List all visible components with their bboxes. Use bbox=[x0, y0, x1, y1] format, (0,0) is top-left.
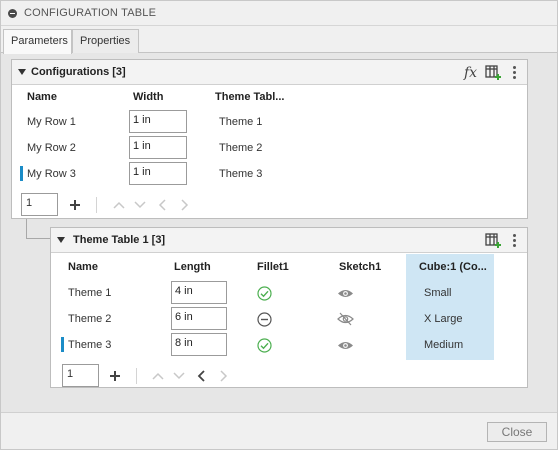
active-row-marker bbox=[61, 337, 64, 352]
col-sketch1: Sketch1 bbox=[339, 261, 382, 273]
tab-bar: Parameters Properties bbox=[1, 26, 557, 54]
more-icon[interactable] bbox=[513, 66, 516, 80]
col-name: Name bbox=[68, 261, 98, 273]
col-cube1[interactable]: Cube:1 (Co... bbox=[419, 261, 487, 273]
col-theme-table: Theme Tabl... bbox=[215, 91, 285, 103]
configurations-title: Configurations [3] bbox=[31, 66, 126, 78]
add-row-icon[interactable] bbox=[109, 367, 121, 385]
configurations-header: Configurations [3] fx bbox=[12, 60, 527, 85]
window-title: CONFIGURATION TABLE bbox=[24, 7, 157, 19]
move-down-icon[interactable] bbox=[134, 200, 146, 213]
row-count-input[interactable]: 1 bbox=[21, 193, 58, 216]
row-theme: Theme 2 bbox=[219, 142, 263, 154]
width-input[interactable]: 1 in bbox=[129, 136, 187, 159]
cube-value[interactable]: X Large bbox=[424, 313, 463, 325]
col-name: Name bbox=[27, 91, 57, 103]
theme-table-panel: Theme Table 1 [3] Name Length Fillet1 Sk… bbox=[50, 227, 528, 388]
row-count-input[interactable]: 1 bbox=[62, 364, 99, 387]
length-input[interactable]: 8 in bbox=[171, 333, 227, 356]
col-fillet1: Fillet1 bbox=[257, 261, 289, 273]
tab-parameters[interactable]: Parameters bbox=[3, 29, 72, 54]
length-input[interactable]: 6 in bbox=[171, 307, 227, 330]
col-width: Width bbox=[133, 91, 164, 103]
row-name: My Row 3 bbox=[27, 168, 76, 180]
eye-icon[interactable] bbox=[337, 340, 354, 354]
move-down-icon[interactable] bbox=[173, 371, 185, 384]
tree-connector bbox=[26, 238, 50, 239]
parameters-content: Configurations [3] fx Name Width Theme T… bbox=[1, 53, 557, 412]
active-row-marker bbox=[20, 166, 23, 181]
theme-table-title: Theme Table 1 [3] bbox=[73, 234, 166, 246]
table-add-icon[interactable] bbox=[485, 64, 503, 85]
check-circle-icon[interactable] bbox=[257, 286, 272, 304]
width-input[interactable]: 1 in bbox=[129, 162, 187, 185]
row-name: My Row 1 bbox=[27, 116, 76, 128]
theme-table-header: Theme Table 1 [3] bbox=[51, 228, 527, 253]
add-row-icon[interactable] bbox=[69, 196, 81, 214]
table-add-icon[interactable] bbox=[485, 232, 503, 253]
move-left-icon[interactable] bbox=[158, 198, 168, 215]
eye-icon[interactable] bbox=[337, 288, 354, 302]
collapse-caret-icon[interactable] bbox=[57, 237, 65, 243]
row-name: Theme 3 bbox=[68, 339, 112, 351]
close-button[interactable]: Close bbox=[487, 422, 547, 442]
cube-value[interactable]: Small bbox=[424, 287, 452, 299]
col-length: Length bbox=[174, 261, 211, 273]
move-up-icon[interactable] bbox=[152, 371, 164, 384]
check-circle-icon[interactable] bbox=[257, 338, 272, 356]
row-name: Theme 1 bbox=[68, 287, 112, 299]
collapse-icon[interactable] bbox=[8, 9, 17, 18]
title-bar: CONFIGURATION TABLE bbox=[1, 1, 557, 26]
svg-text:fx: fx bbox=[463, 65, 477, 81]
collapse-caret-icon[interactable] bbox=[18, 69, 26, 75]
width-input[interactable]: 1 in bbox=[129, 110, 187, 133]
cube-value[interactable]: Medium bbox=[424, 339, 463, 351]
divider bbox=[136, 368, 137, 384]
row-name: My Row 2 bbox=[27, 142, 76, 154]
tab-properties[interactable]: Properties bbox=[72, 29, 139, 53]
configurations-panel: Configurations [3] fx Name Width Theme T… bbox=[11, 59, 528, 219]
fx-icon[interactable]: fx bbox=[463, 63, 481, 84]
row-name: Theme 2 bbox=[68, 313, 112, 325]
move-right-icon[interactable] bbox=[179, 198, 189, 215]
tree-connector bbox=[26, 219, 27, 239]
length-input[interactable]: 4 in bbox=[171, 281, 227, 304]
move-right-icon[interactable] bbox=[218, 369, 228, 386]
eye-off-icon[interactable] bbox=[337, 312, 354, 329]
move-up-icon[interactable] bbox=[113, 200, 125, 213]
more-icon[interactable] bbox=[513, 234, 516, 248]
configuration-table-window: CONFIGURATION TABLE Parameters Propertie… bbox=[0, 0, 558, 450]
row-theme: Theme 1 bbox=[219, 116, 263, 128]
minus-circle-icon[interactable] bbox=[257, 312, 272, 330]
dialog-footer: Close bbox=[1, 412, 557, 449]
row-theme: Theme 3 bbox=[219, 168, 263, 180]
move-left-icon[interactable] bbox=[197, 369, 207, 386]
divider bbox=[96, 197, 97, 213]
